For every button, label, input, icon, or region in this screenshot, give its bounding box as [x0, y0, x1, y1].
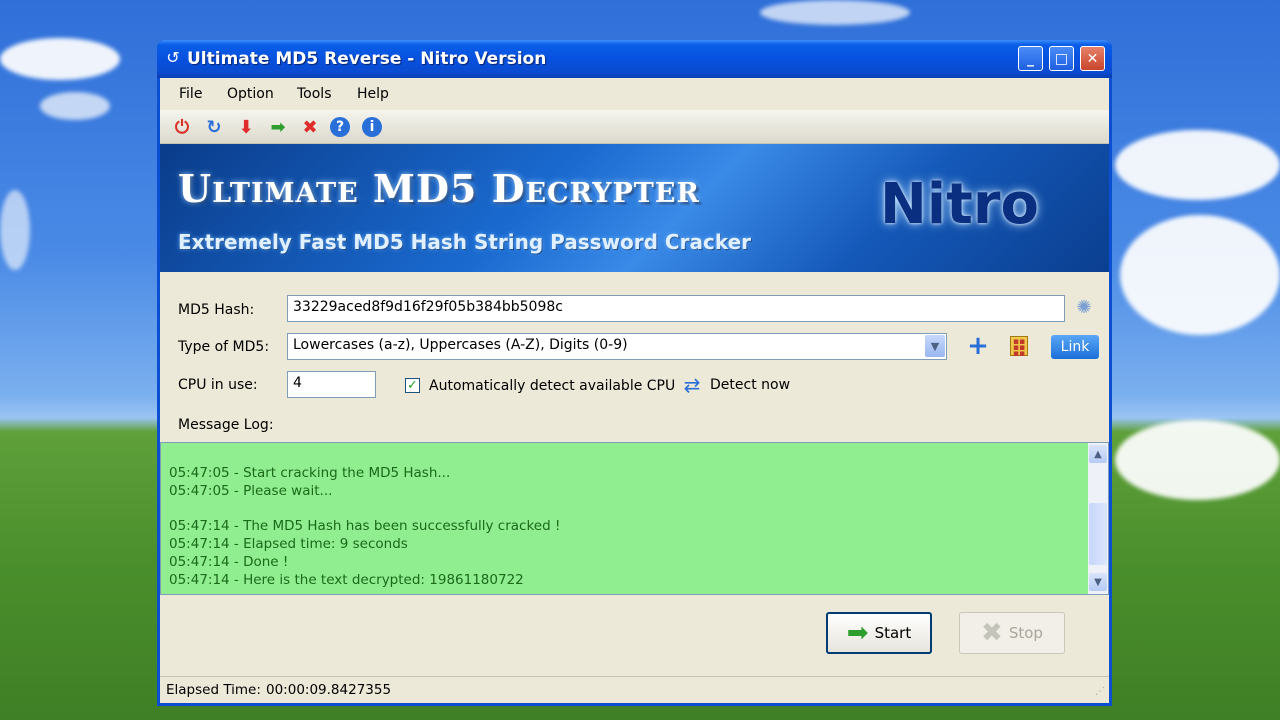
window-title: Ultimate MD5 Reverse - Nitro Version [187, 49, 547, 69]
message-log-label: Message Log: [178, 417, 274, 433]
log-line: 05:47:05 - Please wait... [169, 483, 333, 499]
maximize-button[interactable]: □ [1049, 46, 1074, 71]
log-line: 05:47:14 - Here is the text decrypted: 1… [169, 572, 524, 588]
add-icon[interactable]: + [966, 333, 990, 359]
stop-button[interactable]: ✖ Stop [959, 612, 1065, 654]
info-icon[interactable]: i [362, 117, 382, 137]
down-arrow-icon[interactable]: ⬇ [234, 115, 258, 139]
input-form: MD5 Hash: 33229aced8f9d16f29f05b384bb509… [160, 272, 1109, 442]
md5-hash-input[interactable]: 33229aced8f9d16f29f05b384bb5098c [287, 295, 1065, 322]
elapsed-time-label: Elapsed Time: [166, 682, 261, 698]
md5-hash-label: MD5 Hash: [178, 302, 255, 318]
md5-type-select[interactable]: Lowercases (a-z), Uppercases (A-Z), Digi… [287, 333, 947, 360]
log-line: 05:47:14 - The MD5 Hash has been success… [169, 518, 561, 534]
md5-type-label: Type of MD5: [178, 339, 270, 355]
scroll-down-icon[interactable]: ▼ [1089, 573, 1107, 591]
log-line: 05:47:05 - Start cracking the MD5 Hash..… [169, 465, 451, 481]
menu-bar: File Option Tools Help [160, 78, 1109, 110]
help-icon[interactable]: ? [330, 117, 350, 137]
link-button[interactable]: Link [1051, 335, 1099, 359]
auto-detect-checkbox[interactable]: ✓ [405, 378, 420, 393]
power-icon[interactable]: ⏻ [170, 115, 194, 139]
desktop-cloud [0, 38, 120, 80]
menu-option[interactable]: Option [227, 86, 274, 102]
desktop-cloud [1115, 130, 1280, 200]
menu-tools[interactable]: Tools [297, 86, 332, 102]
elapsed-time-value: 00:00:09.8427355 [266, 682, 392, 698]
md5-type-value: Lowercases (a-z), Uppercases (A-Z), Digi… [293, 337, 628, 353]
log-line: 05:47:14 - Elapsed time: 9 seconds [169, 536, 408, 552]
start-button[interactable]: ➡ Start [826, 612, 932, 654]
cpu-input[interactable]: 4 [287, 371, 376, 398]
list-icon[interactable]: ▪▪ ▪▪ ▪▪ [1010, 336, 1028, 359]
scroll-thumb[interactable] [1089, 503, 1107, 565]
detect-now-link[interactable]: Detect now [710, 377, 790, 393]
menu-help[interactable]: Help [357, 86, 389, 102]
toolbar: ⏻ ↻ ⬇ ➡ ✖ ? i [160, 110, 1109, 144]
start-arrow-icon: ➡ [846, 618, 869, 648]
detect-refresh-icon[interactable]: ⇄ [681, 373, 703, 397]
desktop-cloud [1115, 420, 1280, 500]
title-bar[interactable]: ↺ Ultimate MD5 Reverse - Nitro Version _… [157, 40, 1112, 78]
start-label: Start [874, 624, 912, 642]
auto-detect-label: Automatically detect available CPU [429, 378, 676, 394]
minimize-button[interactable]: _ [1018, 46, 1043, 71]
scroll-up-icon[interactable]: ▲ [1089, 445, 1107, 463]
right-arrow-icon[interactable]: ➡ [266, 115, 290, 139]
desktop-cloud [760, 0, 910, 25]
banner-brand: Nitro [880, 172, 1039, 237]
status-bar: Elapsed Time: 00:00:09.8427355 ⋰ [160, 676, 1109, 704]
banner-subtitle: Extremely Fast MD5 Hash String Password … [178, 230, 752, 254]
app-banner: Ultimate MD5 Decrypter Extremely Fast MD… [160, 144, 1109, 272]
desktop-cloud [1120, 215, 1280, 335]
desktop-cloud [0, 190, 30, 270]
spinner-icon: ✺ [1076, 297, 1092, 318]
app-icon[interactable]: ↺ [163, 48, 183, 68]
message-log[interactable]: 05:47:05 - Start cracking the MD5 Hash..… [160, 442, 1109, 595]
log-line: 05:47:14 - Done ! [169, 554, 289, 570]
chevron-down-icon[interactable]: ▼ [925, 335, 945, 357]
refresh-icon[interactable]: ↻ [202, 115, 226, 139]
banner-title: Ultimate MD5 Decrypter [178, 166, 700, 211]
menu-file[interactable]: File [179, 86, 202, 102]
stop-label: Stop [1008, 624, 1043, 642]
delete-icon[interactable]: ✖ [298, 115, 322, 139]
app-window: ↺ Ultimate MD5 Reverse - Nitro Version _… [157, 40, 1112, 706]
desktop-cloud [40, 92, 110, 120]
close-button[interactable]: ✕ [1080, 46, 1105, 71]
resize-grip-icon[interactable]: ⋰ [1095, 686, 1105, 697]
stop-x-icon: ✖ [981, 618, 1003, 648]
cpu-label: CPU in use: [178, 377, 258, 393]
log-scrollbar[interactable]: ▲ ▼ [1088, 443, 1108, 594]
